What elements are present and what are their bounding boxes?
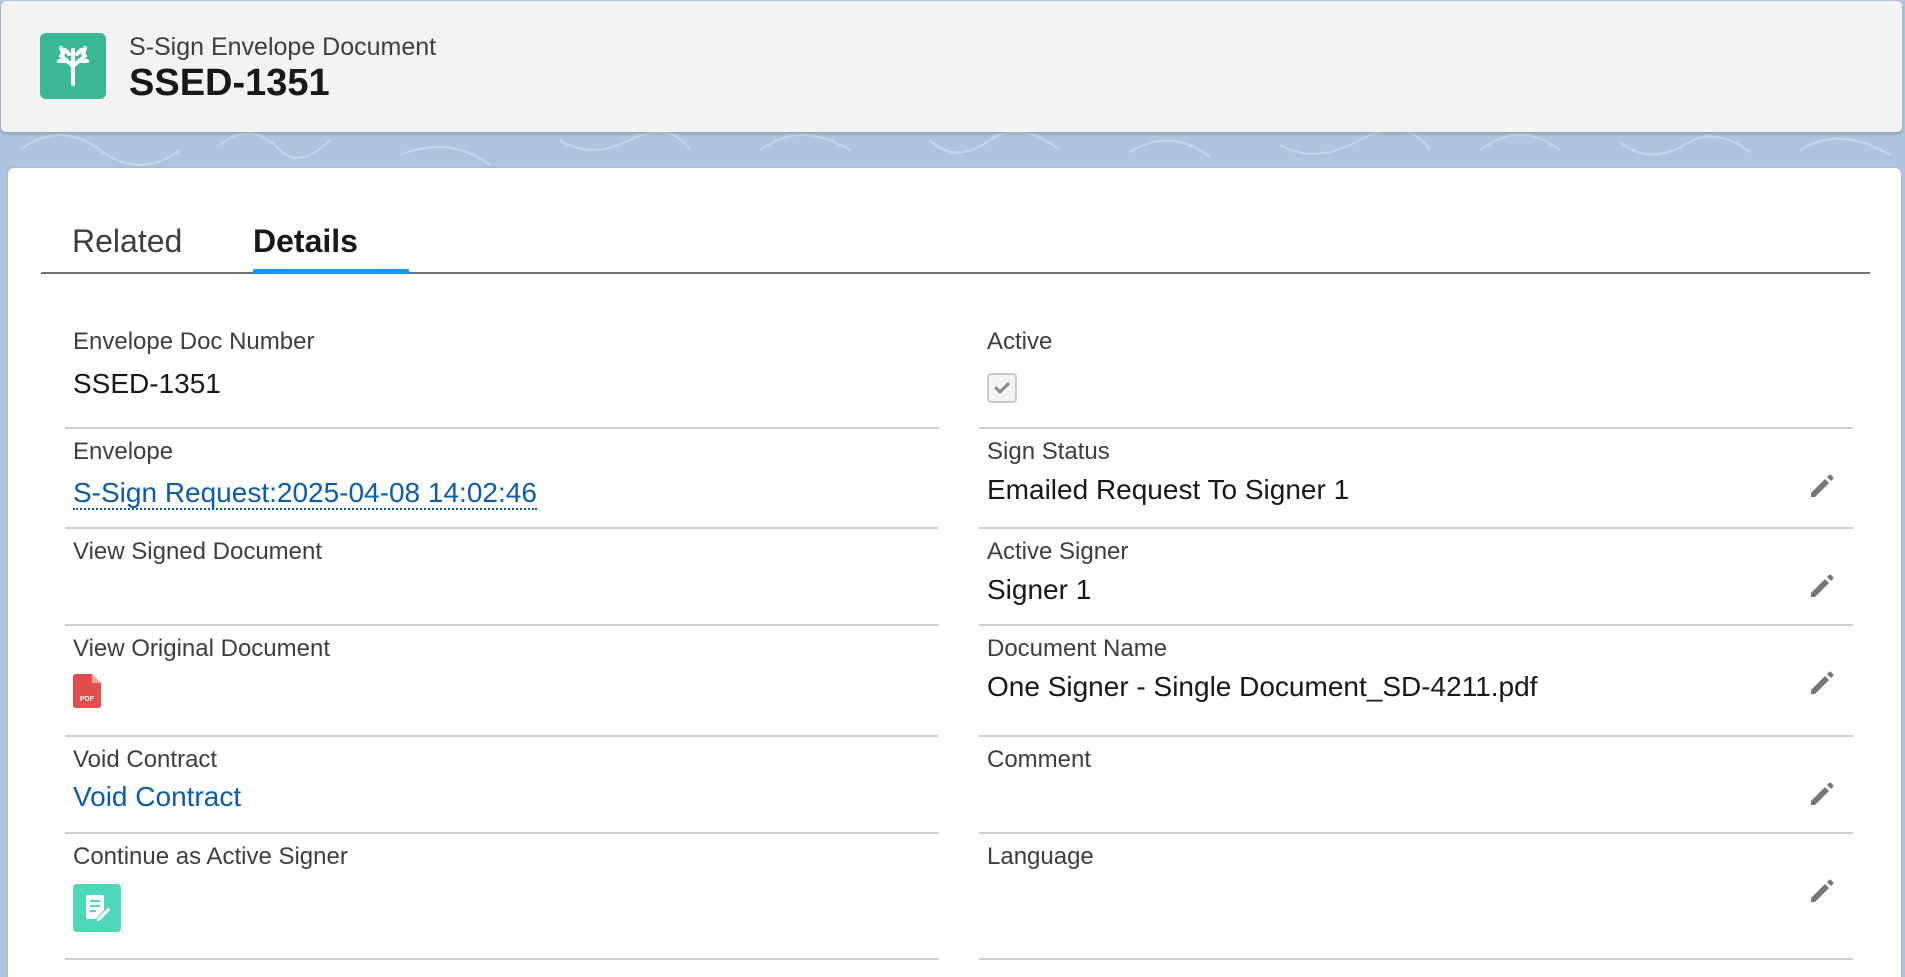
field-view-signed-document: View Signed Document — [65, 529, 939, 626]
tab-bar: Related Details — [41, 216, 1870, 274]
field-document-name: Document Name One Signer - Single Docume… — [979, 626, 1853, 737]
field-label: View Signed Document — [73, 538, 323, 565]
field-sign-status: Sign Status Emailed Request To Signer 1 — [979, 429, 1853, 529]
field-value: Emailed Request To Signer 1 — [987, 474, 1350, 505]
active-tab-indicator — [253, 269, 409, 274]
record-header: S-Sign Envelope Document SSED-1351 — [1, 1, 1902, 132]
field-label: Document Name — [987, 635, 1168, 662]
pdf-icon-text: PDF — [80, 696, 95, 703]
field-void-contract: Void Contract Void Contract — [65, 737, 939, 834]
field-label: Continue as Active Signer — [73, 843, 348, 870]
tab-details[interactable]: Details — [253, 216, 358, 272]
field-active-signer: Active Signer Signer 1 — [979, 529, 1853, 626]
void-contract-link[interactable]: Void Contract — [73, 781, 241, 812]
field-label: Active Signer — [987, 538, 1129, 565]
active-checkbox — [987, 373, 1017, 403]
field-label: Language — [987, 843, 1094, 870]
envelope-link[interactable]: S-Sign Request:2025-04-08 14:02:46 — [73, 477, 537, 510]
field-label: Active — [987, 328, 1053, 355]
field-label: Envelope — [73, 438, 174, 465]
pdf-file-icon[interactable]: PDF — [73, 674, 101, 708]
field-active: Active — [979, 328, 1853, 429]
edit-active-signer-pencil-icon[interactable] — [1807, 571, 1837, 601]
field-label: Sign Status — [987, 438, 1110, 465]
edit-sign-status-pencil-icon[interactable] — [1807, 471, 1837, 501]
field-label: View Original Document — [73, 635, 331, 662]
object-type-label: S-Sign Envelope Document — [129, 33, 437, 61]
field-view-original-document: View Original Document PDF — [65, 626, 939, 737]
record-detail-card: Related Details Envelope Doc Number SSED… — [8, 168, 1901, 977]
field-envelope: Envelope S-Sign Request:2025-04-08 14:02… — [65, 429, 939, 529]
field-label: Comment — [987, 746, 1092, 773]
record-title: SSED-1351 — [129, 62, 330, 104]
field-label: Void Contract — [73, 746, 218, 773]
edit-comment-pencil-icon[interactable] — [1807, 779, 1837, 809]
field-value: SSED-1351 — [73, 368, 221, 399]
sign-document-icon[interactable] — [73, 884, 121, 932]
field-value: One Signer - Single Document_SD-4211.pdf — [987, 671, 1538, 702]
edit-language-pencil-icon[interactable] — [1807, 876, 1837, 906]
field-label: Envelope Doc Number — [73, 328, 315, 355]
tab-related[interactable]: Related — [72, 216, 182, 272]
edit-document-name-pencil-icon[interactable] — [1807, 668, 1837, 698]
checkmark-icon — [994, 382, 1010, 394]
field-value: Signer 1 — [987, 574, 1092, 605]
field-language: Language — [979, 834, 1853, 960]
ssign-tree-icon — [40, 33, 106, 99]
field-continue-as-active-signer: Continue as Active Signer — [65, 834, 939, 960]
field-envelope-doc-number: Envelope Doc Number SSED-1351 — [65, 328, 939, 429]
field-comment: Comment — [979, 737, 1853, 834]
